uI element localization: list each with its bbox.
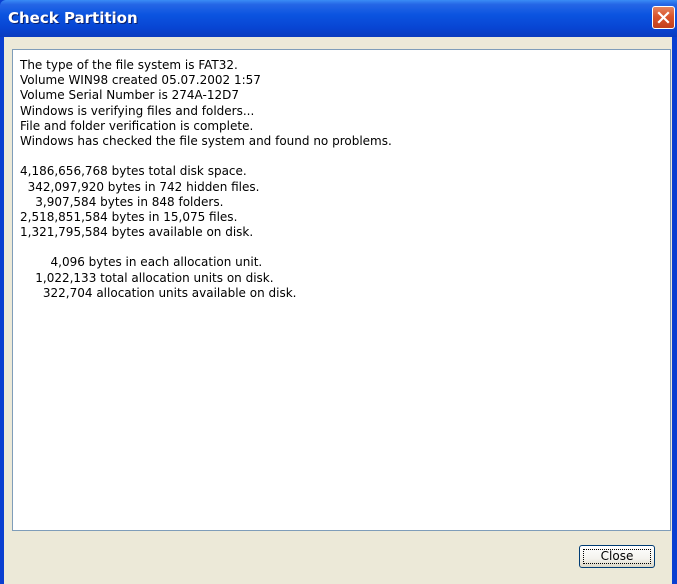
log-line: Windows has checked the file system and … — [20, 133, 392, 148]
log-line: 4,186,656,768 bytes total disk space. — [20, 164, 247, 179]
log-line: 3,907,584 bytes in 848 folders. — [20, 194, 224, 209]
close-x-icon — [657, 11, 670, 24]
window-title: Check Partition — [8, 9, 138, 27]
title-bar[interactable]: Check Partition — [0, 0, 677, 37]
log-line: The type of the file system is FAT32. — [20, 58, 238, 72]
log-line: 4,096 bytes in each allocation unit. — [20, 255, 263, 270]
log-line: 342,097,920 bytes in 742 hidden files. — [20, 179, 260, 194]
close-button[interactable]: Close — [579, 545, 655, 568]
window-close-button[interactable] — [652, 6, 675, 29]
log-line: 1,321,795,584 bytes available on disk. — [20, 225, 254, 240]
log-line: Volume WIN98 created 05.07.2002 1:57 — [20, 73, 261, 88]
dialog-body: The type of the file system is FAT32. Vo… — [4, 37, 672, 584]
log-line: File and folder verification is complete… — [20, 118, 254, 133]
result-log[interactable]: The type of the file system is FAT32. Vo… — [12, 49, 671, 531]
log-line: 2,518,851,584 bytes in 15,075 files. — [20, 209, 238, 224]
close-button-label: Close — [600, 549, 634, 563]
log-line: 1,022,133 total allocation units on disk… — [20, 270, 274, 285]
log-line: 322,704 allocation units available on di… — [20, 285, 297, 300]
log-line: Windows is verifying files and folders..… — [20, 103, 255, 118]
check-partition-window: Check Partition The type of the file sys… — [0, 0, 677, 584]
log-line: Volume Serial Number is 274A-12D7 — [20, 88, 239, 103]
